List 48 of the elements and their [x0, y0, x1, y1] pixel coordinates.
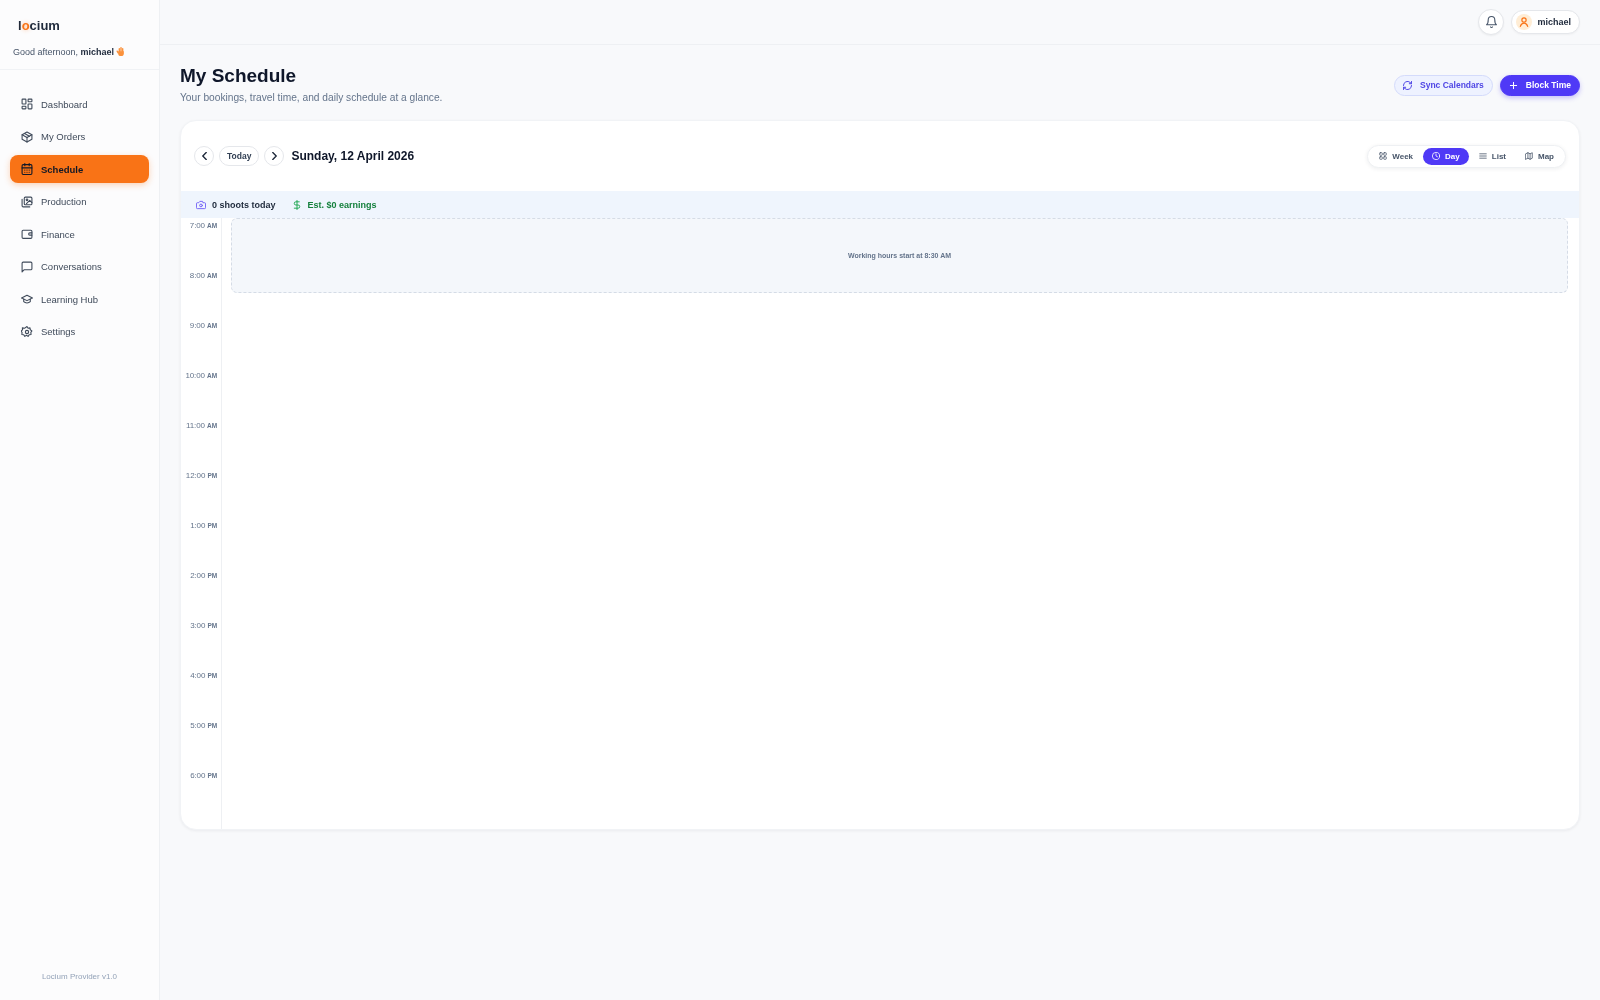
user-menu-button[interactable]: michael [1511, 10, 1580, 34]
greeting-text: Good afternoon, michael [13, 46, 115, 58]
dollar-icon [291, 199, 302, 210]
wallet-icon [21, 228, 33, 240]
view-tab[interactable]: Day [1423, 147, 1469, 165]
block-time-button[interactable]: Block Time [1499, 74, 1580, 96]
list-icon [1478, 152, 1487, 160]
nav-item[interactable]: Finance [10, 220, 149, 248]
clock-icon [1432, 152, 1441, 160]
nav-item[interactable]: Settings [10, 317, 149, 346]
stat-text: Est. $0 earnings [307, 199, 377, 210]
grid-icon [21, 98, 33, 110]
nav-item[interactable]: Production [10, 187, 149, 216]
grid-icon [1379, 152, 1388, 160]
map-icon [1525, 152, 1533, 160]
previous-day-button[interactable] [194, 146, 214, 166]
page-title: My Schedule [180, 65, 298, 87]
nav-item[interactable]: My Orders [10, 122, 149, 151]
camera-icon [196, 199, 206, 210]
stat-text: 0 shoots today [212, 199, 276, 210]
nav-item[interactable]: Learning Hub [10, 285, 149, 313]
settings-icon [21, 325, 33, 338]
graduation-cap-icon [21, 293, 33, 305]
chevron-left-icon [201, 152, 207, 160]
view-tab[interactable]: Week [1370, 147, 1423, 165]
today-button[interactable]: Today [219, 146, 260, 166]
refresh-icon [1403, 80, 1412, 90]
nav-item[interactable]: Schedule [10, 155, 149, 183]
calendar-icon [21, 163, 33, 175]
version-text: Locium Provider v1.0 [40, 972, 119, 983]
view-tab[interactable]: Map [1516, 147, 1563, 165]
notifications-button[interactable] [1478, 9, 1505, 35]
package-icon [21, 130, 33, 143]
bell-icon [1485, 16, 1497, 28]
nav-item[interactable]: Dashboard [10, 90, 149, 118]
nav-item[interactable]: Conversations [10, 252, 149, 281]
date-heading: Sunday, 12 April 2026 [291, 149, 415, 163]
chevron-right-icon [271, 152, 277, 160]
view-tab[interactable]: List [1469, 147, 1515, 165]
sync-calendars-button[interactable]: Sync Calendars [1394, 74, 1493, 96]
images-icon [21, 195, 33, 208]
chat-bubble-icon [21, 260, 33, 273]
next-day-button[interactable] [264, 146, 285, 166]
user-avatar-icon [1516, 14, 1533, 30]
logo[interactable]: locium [18, 17, 60, 35]
page-subtitle: Your bookings, travel time, and daily schedule at a glance. [180, 91, 443, 105]
plus-icon [1508, 80, 1518, 90]
waving-hand-icon [116, 47, 127, 57]
